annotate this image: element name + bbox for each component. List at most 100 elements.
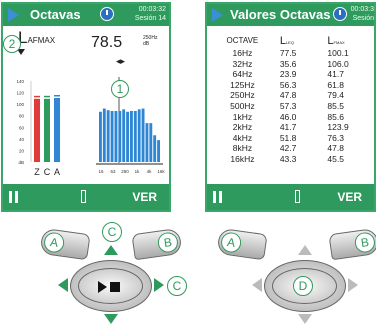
ver-button[interactable]: VER [132, 190, 157, 204]
level-peak-marker [44, 95, 50, 98]
table-header: OCTAVE LLEQ LFMAX [226, 35, 345, 47]
table-cell: 41.7 [279, 122, 297, 133]
spectrum-bar [106, 110, 110, 162]
weighting-letter: C [44, 167, 51, 177]
pause-icon[interactable] [213, 191, 223, 203]
table-cell: 250Hz [230, 90, 255, 101]
table-cell: 500Hz [230, 100, 255, 111]
callout-1: 1 [111, 80, 129, 98]
level-scale-label: 120 [16, 91, 24, 96]
screen-header: Octavas 00:03:32 Sesión 14 [3, 4, 169, 26]
spectrum-bar [102, 108, 106, 162]
table-row: 250Hz 47.8 79.4 [215, 90, 369, 101]
arrow-right-button[interactable] [154, 278, 164, 292]
cursor-value: 78.5 [91, 34, 123, 51]
screen-title: Octavas [30, 7, 81, 22]
table-cell: 45.5 [327, 153, 344, 164]
level-scale-label: 20 [19, 148, 25, 153]
spectrum-bar [130, 110, 133, 162]
clock-icon [100, 7, 114, 21]
spectrum-bar [149, 123, 153, 162]
spectrum-bar [141, 108, 145, 162]
callout-c-right: C [167, 276, 187, 296]
battery-icon [295, 190, 300, 203]
table-cell: 16Hz [232, 48, 253, 58]
ver-button[interactable]: VER [337, 190, 362, 204]
arrow-down-outline[interactable] [298, 314, 312, 324]
table-cell: 76.3 [327, 132, 344, 143]
spectrum-bar [137, 109, 141, 162]
table-row: 2kHz 41.7 123.9 [215, 122, 369, 133]
play-icon[interactable] [212, 8, 223, 22]
softkey-a-button-2[interactable]: A [216, 227, 268, 261]
spectrum-bar [153, 135, 157, 162]
softkey-b-button[interactable]: B [131, 227, 183, 261]
arrow-down-button[interactable] [104, 314, 118, 324]
table-cell: 106.0 [327, 58, 349, 69]
level-peak-marker [54, 95, 60, 97]
table-row: 4kHz 51.8 76.3 [215, 133, 369, 144]
table-cell: 79.4 [327, 90, 344, 101]
elapsed-time: 00:03:3 Sesión [350, 6, 374, 22]
level-scale-label: dB [18, 160, 24, 165]
level-bar [34, 98, 40, 162]
navigation-pad-2[interactable]: D [264, 260, 346, 312]
table-cell: 35.6 [279, 58, 297, 69]
table-cell: 46.0 [279, 111, 297, 122]
frequency-tick-label: 63 [110, 169, 116, 174]
center-button[interactable]: D [272, 268, 337, 304]
parameter-label[interactable]: LAFMAX [18, 28, 55, 48]
arrow-up-button[interactable] [104, 245, 118, 255]
elapsed-time: 00:03:32 Sesión 14 [134, 6, 166, 22]
navigation-pad[interactable] [70, 260, 152, 312]
table-cell: 125Hz [230, 79, 255, 90]
table-cell: 23.9 [279, 69, 297, 80]
table-cell: 47.8 [327, 143, 344, 154]
arrow-up-outline[interactable] [298, 245, 312, 255]
table-row: 16kHz 43.3 45.5 [215, 154, 369, 165]
level-scale-label: 100 [16, 102, 24, 107]
softkey-a-button[interactable]: A [39, 227, 91, 261]
table-cell: 42.7 [279, 143, 297, 154]
screen-header: Valores Octavas 00:03:3 Sesión [207, 4, 374, 26]
level-scale-label: 60 [19, 125, 25, 130]
level-scale-label: 40 [19, 137, 25, 142]
table-cell: 8kHz [232, 143, 253, 154]
frequency-tick-label: 16 [98, 169, 104, 174]
arrow-right-outline[interactable] [348, 278, 358, 292]
table-row: 500Hz 57.3 85.5 [215, 101, 369, 112]
table-cell: 1kHz [232, 111, 253, 122]
octave-spectrum-screen: Octavas 00:03:32 Sesión 14 LAFMAX 78.5 25… [1, 2, 171, 212]
key-b-label: B [156, 231, 180, 254]
pause-icon[interactable] [9, 191, 19, 203]
spectrum-bar [145, 123, 149, 162]
weighting-letter: A [54, 167, 60, 177]
table-cell: 85.5 [327, 100, 344, 111]
table-cell: 77.5 [279, 48, 297, 58]
table-row: 8kHz 42.7 47.8 [215, 143, 369, 154]
play-icon[interactable] [8, 8, 19, 22]
table-cell: 57.3 [279, 100, 297, 111]
table-cell: 123.9 [327, 122, 349, 133]
callout-d: D [293, 276, 313, 296]
level-scale-label: 140 [16, 79, 24, 84]
table-row: 64Hz 23.9 41.7 [215, 69, 369, 80]
octave-values-screen: Valores Octavas 00:03:3 Sesión OCTAVE LLE… [205, 2, 376, 212]
level-scale-label: 80 [19, 114, 25, 119]
table-cell: 47.8 [279, 90, 297, 101]
octave-values-table: OCTAVE LLEQ LFMAX 16Hz 77.5 100.1 32Hz 35.6 1… [215, 34, 369, 165]
play-stop-button[interactable] [78, 268, 143, 304]
callout-c-top: C [102, 222, 122, 242]
screen-footer: VER [3, 184, 169, 210]
play-icon [98, 281, 107, 293]
softkey-b-button-2[interactable]: B [328, 227, 376, 261]
key-b-label: B [353, 231, 376, 254]
cursor-unit: 250Hz dB [143, 35, 158, 47]
frequency-tick-label: 250 [121, 169, 129, 174]
table-row: 32Hz 35.6 106.0 [215, 59, 369, 70]
arrow-left-outline[interactable] [252, 278, 262, 292]
arrow-left-button[interactable] [58, 278, 68, 292]
spectrum-bar [114, 110, 118, 162]
level-bar [44, 98, 50, 162]
table-cell: 56.3 [279, 79, 297, 90]
